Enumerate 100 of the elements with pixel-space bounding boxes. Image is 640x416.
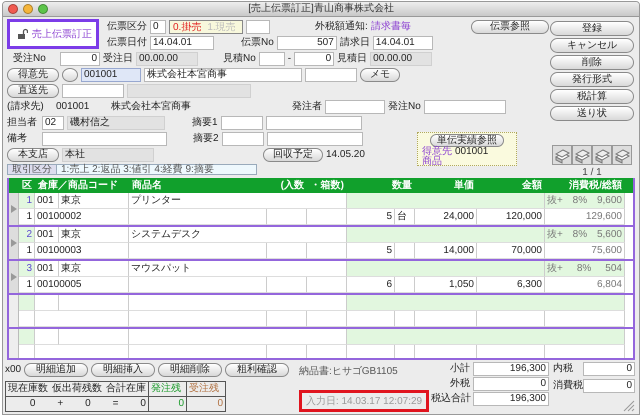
branch-button[interactable]: 本支店 [7,148,59,162]
input-field[interactable]: 0 [60,52,100,66]
table-cell: 14,000 [415,243,477,259]
input-field[interactable]: 14.04.01 [150,36,214,50]
table-cell [35,329,59,345]
input-field[interactable]: 00.00.00 [136,52,198,66]
row-number: 3 [19,261,35,277]
table-cell [347,311,395,327]
input-field[interactable] [266,116,362,130]
table-cell: 1 [19,243,35,259]
stack-icon[interactable] [552,145,572,165]
field-label: 見積No [223,53,256,65]
input-field[interactable]: 00.00.00 [370,52,432,66]
input-field[interactable] [220,116,263,130]
action-button[interactable]: 税計算 [550,89,634,104]
table-cell [307,311,347,327]
table-cell: 1,050 [415,277,477,293]
action-button[interactable]: 発行形式 [550,72,634,87]
expand-icon[interactable] [10,204,18,214]
input-field[interactable]: 0 [294,52,334,66]
input-field[interactable] [258,52,285,66]
row-handle[interactable] [9,295,19,327]
column-header: 消費税/総額 [568,178,623,193]
table-cell-text: 0 [84,397,92,411]
table-cell: 台 [395,209,415,225]
table-cell: 75,600 [545,243,625,259]
row-handle[interactable] [9,193,19,225]
operator-text: = [112,397,120,411]
resize-grip-icon[interactable] [623,400,635,412]
field-label: 担当者 [7,117,38,129]
delivery-note: 納品書:ヒサゴGB1105 [299,364,399,378]
detail-button[interactable]: 明細削除 [158,363,222,377]
table-cell [307,209,347,225]
table-cell [395,311,415,327]
table-cell: 00100003 [35,243,129,259]
detail-button[interactable]: 明細追加 [24,363,88,377]
option-label: 1.現売 [207,20,236,34]
action-button[interactable]: 送り状 [550,106,634,121]
action-button[interactable]: 削除 [550,55,634,70]
input-field[interactable]: 本社 [62,148,154,162]
stack-icon[interactable] [612,145,632,165]
expand-icon[interactable] [10,238,18,248]
field-label: 受注日 [103,53,133,65]
stack-icon[interactable] [592,145,612,165]
input-field[interactable]: 磯村信之 [67,116,165,130]
column-header: 区 [21,179,33,193]
entry-time: 入力日: 14.03.17 12:07:29 [299,390,429,412]
input-field[interactable] [305,68,357,82]
input-field[interactable] [222,132,264,146]
collection-button[interactable]: 回収予定 [263,148,323,162]
input-field[interactable]: 14.04.01 [372,36,433,50]
table-cell [395,277,415,293]
memo-button[interactable]: メモ [360,68,400,82]
input-field[interactable] [127,84,251,98]
total-field: 196,300 [473,362,549,376]
bill-to-label: (請求先) [7,101,45,113]
total-field: 196,300 [473,392,549,406]
close-button[interactable] [8,4,18,14]
detail-button[interactable]: 明細挿入 [91,363,156,377]
minimize-button[interactable] [23,4,33,14]
customer-button[interactable]: 得意先 [7,68,59,82]
input-field[interactable]: 001001 [81,68,141,82]
column-header: 発注残 [149,382,187,396]
table-cell: 001 [35,261,59,277]
input-field[interactable] [266,132,363,146]
slip-reference-button[interactable]: 伝票参照 [471,20,549,34]
detail-button[interactable]: 粗利確認 [225,363,290,377]
legend-title: 取引区分 [8,165,57,174]
input-field[interactable] [42,132,167,146]
table-cell [395,243,415,259]
row-handle[interactable] [9,261,19,293]
action-button[interactable]: キャンセル [550,38,634,53]
column-header: 商品名 [131,178,163,193]
input-field[interactable]: 株式会社本宮商事 [144,68,302,82]
table-cell: 6 [347,277,395,293]
slip-type-selector[interactable]: 0.掛売 1.現売 [169,20,243,34]
input-field[interactable] [62,84,124,98]
expand-icon[interactable] [10,272,18,282]
row-handle[interactable] [9,227,19,259]
column-header: 数量 [390,178,413,193]
input-field[interactable] [424,100,506,114]
history-button[interactable]: 単伝実績参照 [430,134,504,147]
page-indicator: 1 / 1 [582,167,602,178]
input-field[interactable]: 0 [150,20,166,34]
action-button[interactable]: 登録 [550,21,634,36]
row-handle[interactable] [9,329,19,358]
input-field[interactable]: 507 [276,36,337,50]
table-cell: 東京 [59,193,129,209]
round-button[interactable] [62,68,78,82]
input-field[interactable] [246,20,270,34]
input-field[interactable] [325,100,385,114]
tax-notice-label: 外税額通知: [315,21,368,33]
input-field[interactable]: 02 [42,116,64,130]
table-cell: 5 [347,243,395,259]
column-header: ・箱数) [310,178,345,193]
ship-to-button[interactable]: 直送先 [7,84,59,98]
zoom-button[interactable] [38,4,48,14]
field-label: 伝票No [241,37,274,49]
total-label: 税込合計 [431,393,472,405]
stack-icon[interactable] [572,145,592,165]
